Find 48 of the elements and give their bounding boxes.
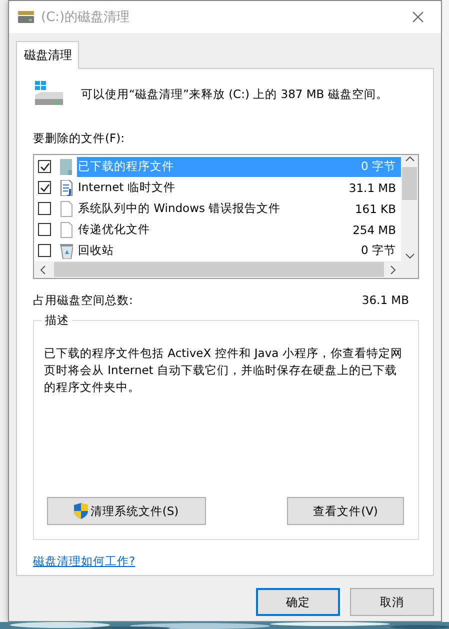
action-button[interactable]: 清理系统文件(S) [47, 497, 206, 525]
tab[interactable]: 磁盘清理 [16, 41, 79, 69]
list-item[interactable]: Internet 临时文件 31.1 MB [77, 178, 401, 198]
scroll-up-icon [404, 155, 414, 163]
dialog-button[interactable]: 确定 [256, 588, 340, 616]
field-label: 要删除的文件(F): [33, 131, 126, 146]
description-text: 已下载的程序文件包括 ActiveX 控件和 Java 小程序，你查看特定网页时将会从 Internet 自动下载它们，并临时保存在硬盘上的已下载的程序文件夹中。 [44, 345, 404, 396]
scroll-down-icon [404, 251, 414, 261]
help-link[interactable]: 磁盘清理如何工作? [33, 554, 136, 569]
file-icon [59, 200, 73, 216]
item-name: Internet 临时文件 [78, 180, 176, 195]
list-item[interactable]: 回收站 0 字节 [77, 240, 401, 260]
item-size: 0 字节 [361, 243, 396, 258]
scroll-left-icon [38, 264, 46, 274]
item-name: 已下载的程序文件 [78, 159, 174, 174]
checkbox[interactable] [38, 160, 51, 173]
close-icon [412, 11, 424, 23]
checkbox[interactable] [38, 202, 51, 215]
scroll-right-icon [388, 264, 396, 274]
drive-icon [17, 11, 35, 23]
document-icon [59, 180, 73, 196]
list-item[interactable]: 传递优化文件 254 MB [77, 220, 401, 240]
item-name: 回收站 [78, 243, 114, 258]
check-icon [40, 182, 50, 192]
item-name: 系统队列中的 Windows 错误报告文件 [78, 201, 281, 216]
check-icon [40, 162, 50, 172]
total-value: 36.1 MB [362, 293, 409, 308]
item-name: 传递优化文件 [78, 222, 150, 237]
action-button[interactable]: 查看文件(V) [287, 497, 404, 525]
file-icon [59, 222, 73, 238]
vertical-scrollbar[interactable] [401, 155, 418, 261]
total-label: 占用磁盘空间总数: [33, 293, 133, 308]
item-size: 254 MB [352, 222, 396, 236]
folder-icon [59, 158, 73, 174]
drive-icon [33, 81, 65, 107]
window-title: (C:)的磁盘清理 [41, 9, 131, 26]
checkbox[interactable] [38, 223, 51, 236]
list-item[interactable]: 系统队列中的 Windows 错误报告文件 161 KB [77, 198, 401, 218]
checkbox[interactable] [38, 181, 51, 194]
checkbox[interactable] [38, 244, 51, 257]
group-title: 描述 [42, 313, 72, 328]
item-size: 31.1 MB [348, 180, 396, 194]
dialog-button[interactable]: 取消 [350, 588, 434, 616]
recycle-bin-icon [59, 242, 73, 258]
item-size: 0 字节 [361, 159, 396, 174]
item-size: 161 KB [354, 202, 396, 216]
info-text: 可以使用“磁盘清理”来释放 (C:) 上的 387 MB 磁盘空间。 [81, 86, 388, 102]
shield-icon [74, 503, 88, 519]
